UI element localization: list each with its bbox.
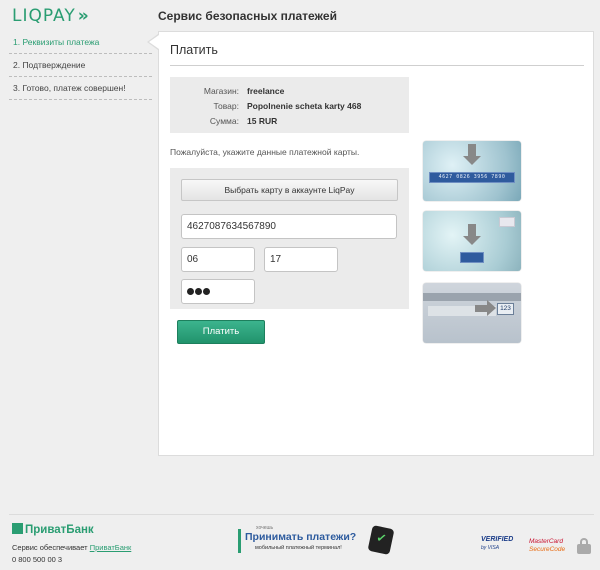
panel-pointer-inner	[149, 35, 159, 49]
detail-value: freelance	[247, 86, 285, 96]
card-cvv-illustration: 123	[423, 283, 521, 343]
liqpay-logo: LIQPAY»	[12, 6, 89, 26]
step-details[interactable]: 1. Реквизиты платежа	[9, 31, 152, 54]
card-hint: Пожалуйста, укажите данные платежной кар…	[170, 147, 360, 157]
detail-value: Popolnenie scheta karty 468	[247, 101, 362, 111]
select-liqpay-card-button[interactable]: Выбрать карту в аккаунте LiqPay	[181, 179, 398, 201]
payment-panel: Платить Магазин: freelance Товар: Popoln…	[158, 31, 594, 456]
steps-sidebar: 1. Реквизиты платежа 2. Подтверждение 3.…	[9, 31, 152, 100]
expiry-year-input[interactable]: 17	[264, 247, 338, 272]
password-dot	[187, 287, 194, 295]
card-number-sample: 4627 0826 3956 7890	[429, 172, 515, 183]
detail-label: Магазин:	[203, 86, 239, 96]
card-number-illustration: 4627 0826 3956 7890	[423, 141, 521, 201]
password-dot	[203, 287, 210, 295]
arrow-down-icon	[463, 224, 481, 245]
cvv-masked-value	[187, 280, 211, 303]
cvv-input[interactable]	[181, 279, 255, 304]
password-dot	[195, 287, 202, 295]
mastercard-securecode-logo: MasterCard SecureCode	[529, 538, 566, 553]
privatbank-logo: ПриватБанк	[12, 523, 94, 536]
privatbank-link[interactable]: ПриватБанк	[90, 543, 132, 552]
promo-accent-bar	[238, 529, 241, 553]
payment-title: Платить	[170, 43, 218, 57]
card-form: Выбрать карту в аккаунте LiqPay 46270876…	[170, 168, 409, 309]
detail-row-product: Товар: Popolnenie scheta karty 468	[170, 101, 409, 115]
logo-text: LIQPAY	[12, 6, 76, 26]
service-provider: Сервис обеспечивает ПриватБанк	[12, 543, 131, 552]
detail-label: Товар:	[213, 101, 240, 111]
expiry-highlight	[460, 252, 484, 263]
detail-value: 15 RUR	[247, 116, 278, 126]
card-logo-icon	[499, 217, 515, 227]
arrow-down-icon	[463, 144, 481, 165]
service-text: Сервис обеспечивает	[12, 543, 88, 552]
expiry-month-input[interactable]: 06	[181, 247, 255, 272]
verified-by-visa-logo: VERIFIED by VISA	[481, 536, 514, 551]
detail-row-amount: Сумма: 15 RUR	[170, 116, 409, 130]
step-done[interactable]: 3. Готово, платеж совершен!	[9, 77, 152, 100]
promo-headline: Принимать платежи?	[245, 531, 357, 543]
arrow-right-icon	[475, 300, 496, 316]
cvv-sample: 123	[497, 303, 514, 315]
title-divider	[170, 65, 584, 66]
chevron-right-icon: »	[77, 6, 89, 26]
support-phone: 0 800 500 00 3	[12, 555, 63, 564]
lock-icon	[577, 538, 591, 554]
card-number-input[interactable]: 4627087634567890	[181, 214, 397, 239]
magnetic-stripe	[423, 293, 521, 301]
detail-label: Сумма:	[209, 116, 239, 126]
bank-name: ПриватБанк	[25, 524, 94, 536]
card-expiry-illustration	[423, 211, 521, 271]
payment-terminal-icon: ✓	[367, 524, 395, 556]
step-confirmation[interactable]: 2. Подтверждение	[9, 54, 152, 77]
privatbank-mark-icon	[12, 523, 23, 534]
footer-divider	[9, 514, 594, 515]
page-title: Сервис безопасных платежей	[158, 9, 337, 23]
terminal-promo-banner[interactable]: хочешь Принимать платежи? мобильный плат…	[238, 525, 376, 557]
promo-subtext: мобильный платежный терминал!	[255, 545, 342, 551]
detail-row-shop: Магазин: freelance	[170, 86, 409, 100]
pay-button[interactable]: Платить	[177, 320, 265, 344]
order-details: Магазин: freelance Товар: Popolnenie sch…	[170, 77, 409, 133]
